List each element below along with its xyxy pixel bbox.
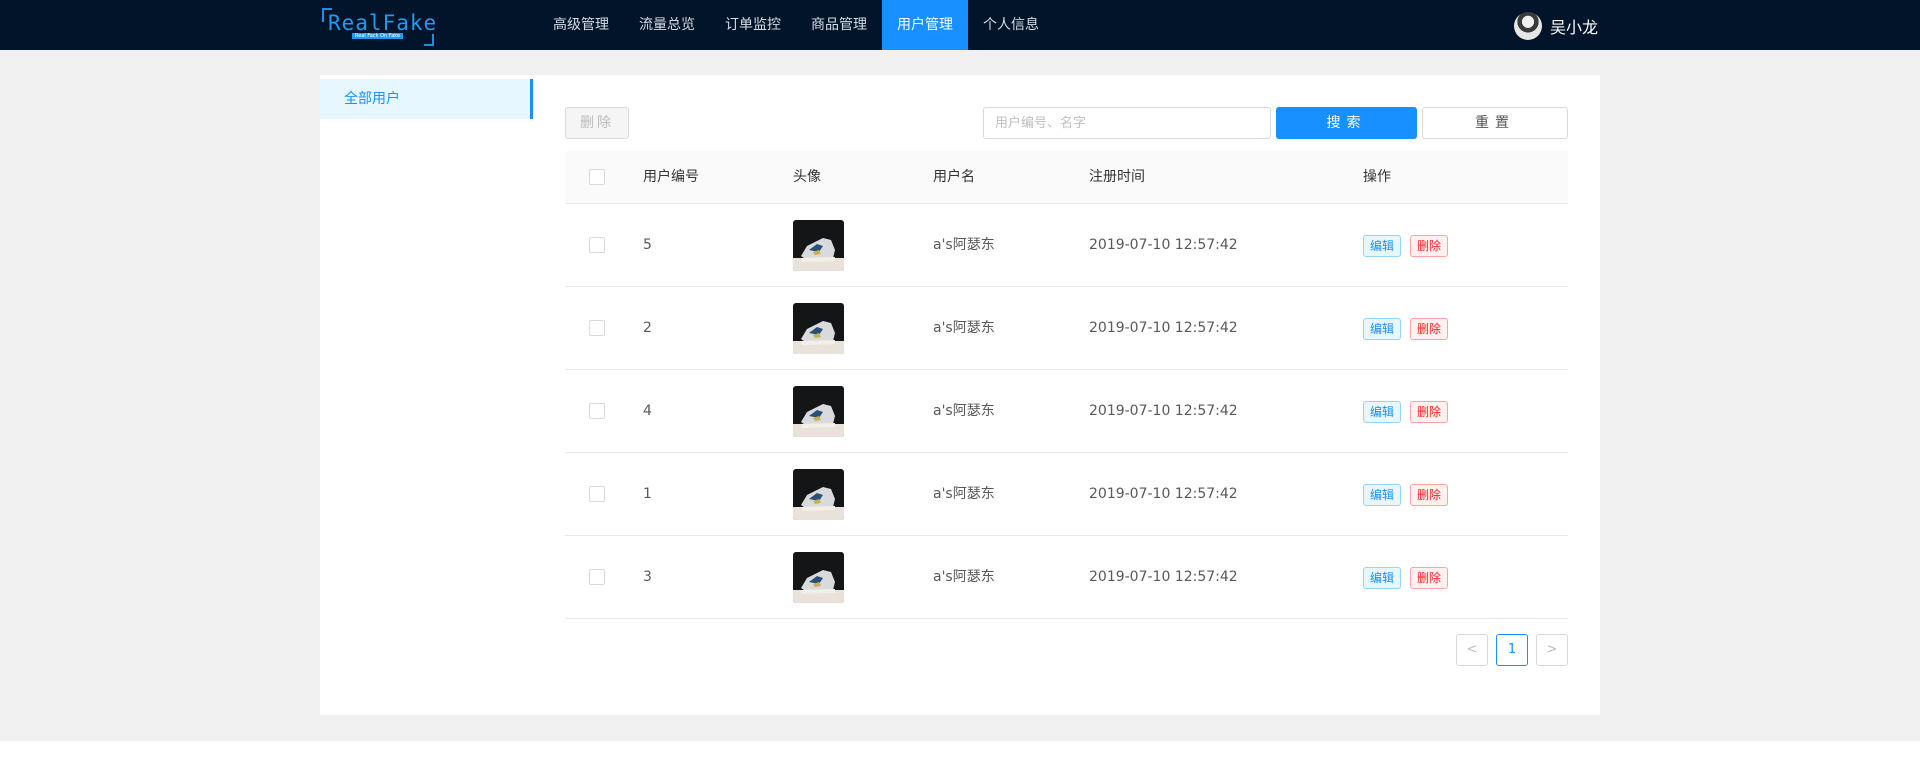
cell-registered-time: 2019-07-10 12:57:42	[1089, 486, 1238, 502]
edit-button[interactable]: 编辑	[1363, 235, 1402, 257]
table-row: 4 a's阿瑟东 2019-07-10 12:57:42 编辑 删除	[565, 370, 1568, 453]
column-header-actions: 操作	[1363, 169, 1391, 185]
nav-item-advanced-management[interactable]: 高级管理	[538, 0, 624, 50]
row-checkbox[interactable]	[589, 237, 605, 253]
column-header-username: 用户名	[933, 169, 975, 185]
column-header-avatar: 头像	[793, 169, 821, 185]
table-row: 3 a's阿瑟东 2019-07-10 12:57:42 编辑 删除	[565, 536, 1568, 619]
nav-item-order-monitoring[interactable]: 订单监控	[710, 0, 796, 50]
edit-button[interactable]: 编辑	[1363, 318, 1402, 340]
logo-subtext: Real Fack On Fake	[352, 33, 404, 39]
cell-user-id: 4	[643, 403, 652, 419]
nav-item-personal-info[interactable]: 个人信息	[968, 0, 1054, 50]
cell-user-id: 3	[643, 569, 652, 585]
cell-registered-time: 2019-07-10 12:57:42	[1089, 320, 1238, 336]
user-avatar-thumbnail	[793, 220, 844, 271]
user-avatar-thumbnail	[793, 469, 844, 520]
row-checkbox[interactable]	[589, 320, 605, 336]
nav-item-user-management[interactable]: 用户管理	[882, 0, 968, 50]
reset-button[interactable]: 重置	[1422, 107, 1568, 139]
delete-button[interactable]: 删除	[1410, 484, 1449, 506]
batch-delete-button[interactable]: 删除	[565, 107, 629, 139]
user-table: 用户编号 头像 用户名 注册时间 操作 5 a's阿瑟东 2019-07-10 …	[565, 151, 1568, 619]
delete-button[interactable]: 删除	[1410, 318, 1449, 340]
cell-username: a's阿瑟东	[933, 569, 995, 585]
edit-button[interactable]: 编辑	[1363, 567, 1402, 589]
cell-user-id: 5	[643, 237, 652, 253]
edit-button[interactable]: 编辑	[1363, 484, 1402, 506]
row-checkbox[interactable]	[589, 403, 605, 419]
cell-registered-time: 2019-07-10 12:57:42	[1089, 403, 1238, 419]
cell-username: a's阿瑟东	[933, 403, 995, 419]
sidebar: 全部用户	[320, 75, 533, 715]
delete-button[interactable]: 删除	[1410, 567, 1449, 589]
cell-username: a's阿瑟东	[933, 320, 995, 336]
user-avatar-thumbnail	[793, 552, 844, 603]
pagination-prev-button[interactable]: <	[1456, 634, 1488, 666]
main-nav: 高级管理 流量总览 订单监控 商品管理 用户管理 个人信息	[538, 0, 1054, 50]
logo-bracket-bottom-right	[424, 34, 434, 46]
table-row: 1 a's阿瑟东 2019-07-10 12:57:42 编辑 删除	[565, 453, 1568, 536]
table-row: 5 a's阿瑟东 2019-07-10 12:57:42 编辑 删除	[565, 204, 1568, 287]
top-navbar: RealFake Real Fack On Fake 高级管理 流量总览 订单监…	[0, 0, 1920, 50]
search-button[interactable]: 搜索	[1276, 107, 1417, 139]
user-menu[interactable]: 吴小龙	[1514, 12, 1599, 40]
row-checkbox[interactable]	[589, 569, 605, 585]
delete-button[interactable]: 删除	[1410, 401, 1449, 423]
pagination-next-button[interactable]: >	[1536, 634, 1568, 666]
select-all-checkbox[interactable]	[589, 169, 605, 185]
delete-button[interactable]: 删除	[1410, 235, 1449, 257]
user-avatar-thumbnail	[793, 386, 844, 437]
cell-username: a's阿瑟东	[933, 237, 995, 253]
nav-item-product-management[interactable]: 商品管理	[796, 0, 882, 50]
row-checkbox[interactable]	[589, 486, 605, 502]
cell-registered-time: 2019-07-10 12:57:42	[1089, 569, 1238, 585]
cell-username: a's阿瑟东	[933, 486, 995, 502]
sidebar-item-all-users[interactable]: 全部用户	[320, 79, 533, 119]
user-avatar	[1514, 12, 1542, 40]
table-row: 2 a's阿瑟东 2019-07-10 12:57:42 编辑 删除	[565, 287, 1568, 370]
cell-user-id: 2	[643, 320, 652, 336]
table-header: 用户编号 头像 用户名 注册时间 操作	[565, 151, 1568, 204]
pagination-page-1[interactable]: 1	[1496, 634, 1528, 666]
logo-text: RealFake	[328, 11, 438, 35]
cell-registered-time: 2019-07-10 12:57:42	[1089, 237, 1238, 253]
cell-user-id: 1	[643, 486, 652, 502]
column-header-id: 用户编号	[643, 169, 699, 185]
realfake-logo[interactable]: RealFake Real Fack On Fake	[322, 8, 438, 46]
column-header-registered: 注册时间	[1089, 169, 1145, 185]
nav-item-traffic-overview[interactable]: 流量总览	[624, 0, 710, 50]
edit-button[interactable]: 编辑	[1363, 401, 1402, 423]
user-avatar-thumbnail	[793, 303, 844, 354]
search-input[interactable]	[983, 107, 1271, 139]
user-name: 吴小龙	[1550, 18, 1599, 37]
